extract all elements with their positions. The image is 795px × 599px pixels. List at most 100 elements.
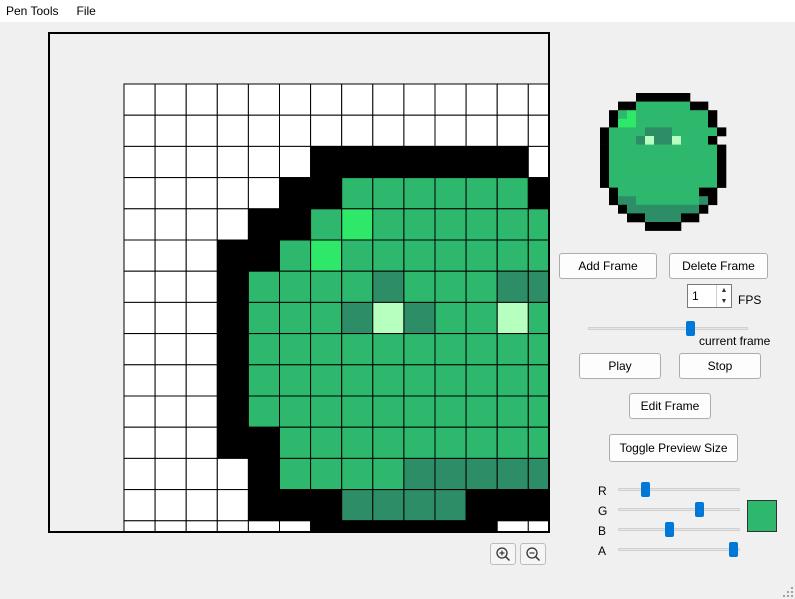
canvas-pixel[interactable] — [216, 426, 249, 459]
canvas-pixel[interactable] — [341, 83, 374, 116]
canvas-pixel[interactable] — [279, 333, 312, 366]
canvas-pixel[interactable] — [310, 145, 343, 179]
canvas-pixel[interactable] — [372, 208, 405, 241]
canvas-pixel[interactable] — [185, 270, 218, 303]
canvas-pixel[interactable] — [123, 83, 156, 116]
canvas-pixel[interactable] — [279, 489, 312, 522]
canvas-pixel[interactable] — [496, 83, 529, 116]
canvas-pixel[interactable] — [310, 489, 343, 522]
canvas-pixel[interactable] — [527, 301, 548, 335]
zoom-out-button[interactable] — [520, 543, 546, 565]
canvas-pixel[interactable] — [279, 301, 312, 335]
canvas-pixel[interactable] — [434, 364, 467, 397]
drawing-canvas[interactable] — [48, 32, 550, 533]
canvas-pixel[interactable] — [247, 177, 280, 210]
canvas-pixel[interactable] — [247, 145, 280, 179]
canvas-pixel[interactable] — [372, 177, 405, 210]
canvas-pixel[interactable] — [185, 333, 218, 366]
canvas-pixel[interactable] — [310, 208, 343, 241]
canvas-pixel[interactable] — [154, 333, 187, 366]
canvas-pixel[interactable] — [434, 270, 467, 303]
canvas-pixel[interactable] — [185, 457, 218, 491]
resize-grip-icon[interactable] — [783, 587, 793, 597]
canvas-pixel[interactable] — [403, 364, 436, 397]
canvas-pixel[interactable] — [465, 489, 498, 522]
canvas-pixel[interactable] — [216, 520, 249, 531]
canvas-pixel[interactable] — [279, 239, 312, 272]
canvas-pixel[interactable] — [496, 114, 529, 147]
canvas-pixel[interactable] — [496, 333, 529, 366]
canvas-pixel[interactable] — [123, 395, 156, 428]
slider-handle[interactable] — [686, 321, 695, 336]
canvas-pixel[interactable] — [310, 83, 343, 116]
canvas-pixel[interactable] — [154, 395, 187, 428]
canvas-pixel[interactable] — [247, 364, 280, 397]
canvas-pixel[interactable] — [403, 208, 436, 241]
canvas-pixel[interactable] — [465, 208, 498, 241]
canvas-pixel[interactable] — [372, 270, 405, 303]
canvas-pixel[interactable] — [310, 457, 343, 491]
canvas-pixel[interactable] — [310, 426, 343, 459]
canvas-pixel[interactable] — [372, 489, 405, 522]
canvas-pixel[interactable] — [279, 177, 312, 210]
canvas-pixel[interactable] — [154, 270, 187, 303]
canvas-pixel[interactable] — [123, 520, 156, 531]
canvas-pixel[interactable] — [434, 83, 467, 116]
canvas-pixel[interactable] — [434, 426, 467, 459]
canvas-pixel[interactable] — [496, 426, 529, 459]
canvas-pixel[interactable] — [341, 145, 374, 179]
stop-button[interactable]: Stop — [679, 353, 761, 379]
canvas-pixel[interactable] — [123, 270, 156, 303]
canvas-pixel[interactable] — [216, 457, 249, 491]
canvas-pixel[interactable] — [279, 457, 312, 491]
canvas-pixel[interactable] — [496, 239, 529, 272]
canvas-pixel[interactable] — [185, 301, 218, 335]
canvas-pixel[interactable] — [310, 395, 343, 428]
canvas-pixel[interactable] — [247, 489, 280, 522]
canvas-pixel[interactable] — [216, 395, 249, 428]
canvas-pixel[interactable] — [123, 426, 156, 459]
canvas-pixel[interactable] — [185, 426, 218, 459]
canvas-pixel[interactable] — [247, 83, 280, 116]
canvas-pixel[interactable] — [279, 270, 312, 303]
canvas-pixel[interactable] — [310, 301, 343, 335]
canvas-pixel[interactable] — [154, 520, 187, 531]
canvas-pixel[interactable] — [403, 177, 436, 210]
canvas-pixel[interactable] — [185, 489, 218, 522]
canvas-pixel[interactable] — [527, 426, 548, 459]
canvas-pixel[interactable] — [434, 395, 467, 428]
canvas-pixel[interactable] — [496, 489, 529, 522]
canvas-pixel[interactable] — [434, 301, 467, 335]
canvas-pixel[interactable] — [247, 457, 280, 491]
canvas-pixel[interactable] — [310, 333, 343, 366]
canvas-pixel[interactable] — [247, 395, 280, 428]
canvas-pixel[interactable] — [527, 457, 548, 491]
canvas-pixel[interactable] — [527, 208, 548, 241]
canvas-pixel[interactable] — [403, 489, 436, 522]
canvas-pixel[interactable] — [185, 364, 218, 397]
canvas-pixel[interactable] — [279, 426, 312, 459]
canvas-pixel[interactable] — [496, 520, 529, 531]
canvas-pixel[interactable] — [465, 520, 498, 531]
canvas-pixel[interactable] — [434, 239, 467, 272]
fps-spinbox[interactable]: 1 ▲ ▼ — [687, 284, 732, 308]
canvas-pixel[interactable] — [341, 239, 374, 272]
canvas-pixel[interactable] — [465, 364, 498, 397]
canvas-pixel[interactable] — [247, 333, 280, 366]
canvas-pixel[interactable] — [465, 177, 498, 210]
canvas-pixel[interactable] — [154, 208, 187, 241]
canvas-pixel[interactable] — [279, 145, 312, 179]
canvas-pixel[interactable] — [372, 520, 405, 531]
canvas-pixel[interactable] — [123, 489, 156, 522]
canvas-pixel[interactable] — [403, 270, 436, 303]
canvas-pixel[interactable] — [496, 364, 529, 397]
canvas-pixel[interactable] — [372, 395, 405, 428]
canvas-pixel[interactable] — [341, 208, 374, 241]
canvas-pixel[interactable] — [154, 177, 187, 210]
canvas-pixel[interactable] — [247, 114, 280, 147]
canvas-pixel[interactable] — [341, 177, 374, 210]
canvas-pixel[interactable] — [496, 270, 529, 303]
canvas-pixel[interactable] — [279, 520, 312, 531]
canvas-pixel[interactable] — [527, 333, 548, 366]
canvas-pixel[interactable] — [434, 145, 467, 179]
